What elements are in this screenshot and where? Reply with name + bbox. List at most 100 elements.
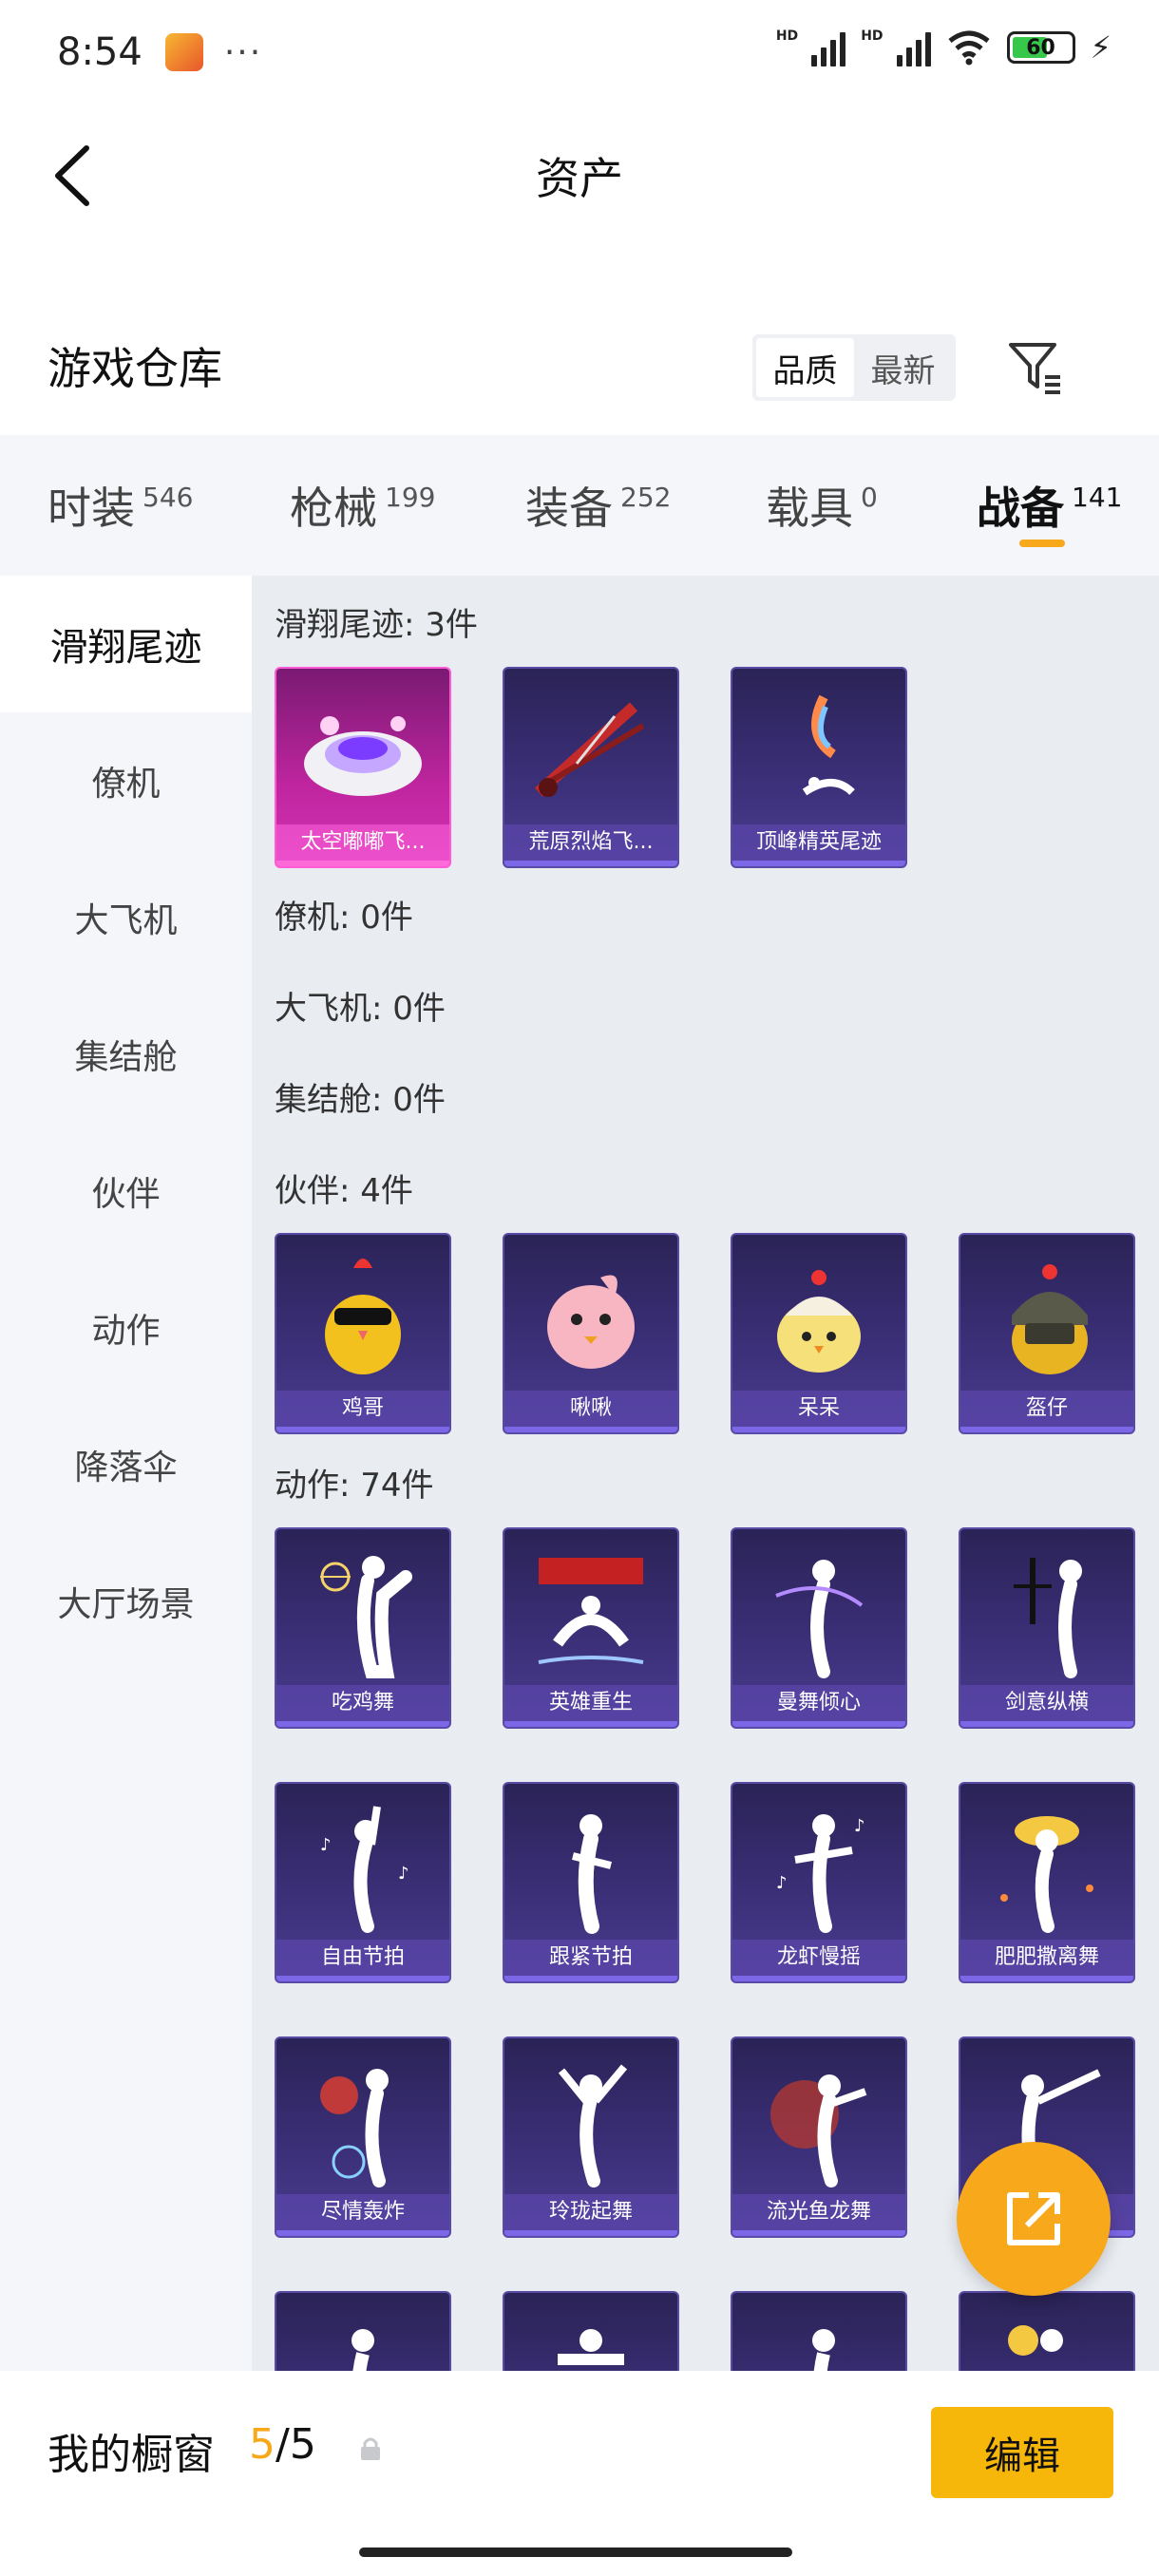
sort-toggle: 品质 最新 [752, 334, 956, 401]
item-card[interactable]: 太空嘟嘟飞... [275, 667, 451, 868]
card-bar [960, 1427, 1133, 1432]
edit-button[interactable]: 编辑 [931, 2407, 1113, 2498]
card-bar [504, 861, 677, 866]
showcase-title: 我的橱窗 [48, 2431, 215, 2479]
card-bar [960, 1976, 1133, 1981]
item-card[interactable] [275, 2291, 451, 2371]
item-image [732, 669, 905, 830]
item-card[interactable]: ♪ ♪ 自由节拍 [275, 1782, 451, 1983]
tab-count: 199 [385, 481, 436, 513]
sidebar-item-glide-trail[interactable]: 滑翔尾迹 [0, 576, 252, 712]
item-card[interactable]: 流光鱼龙舞 [731, 2036, 907, 2238]
item-card[interactable]: 荒原烈焰飞... [503, 667, 679, 868]
share-button[interactable] [957, 2142, 1111, 2296]
card-bar [504, 1721, 677, 1727]
item-card[interactable] [503, 2291, 679, 2371]
item-name: 荒原烈焰飞... [504, 824, 677, 861]
sort-quality-option[interactable]: 品质 [756, 338, 854, 397]
sidebar-item-partner[interactable]: 伙伴 [0, 1123, 252, 1260]
card-bar [960, 1721, 1133, 1727]
item-image [504, 669, 677, 830]
item-name: 肥肥撒离舞 [960, 1940, 1133, 1976]
card-bar [504, 1976, 677, 1981]
item-card[interactable]: 盔仔 [959, 1233, 1135, 1434]
card-bar [732, 1427, 905, 1432]
item-name: 呆呆 [732, 1391, 905, 1427]
item-card[interactable]: 顶峰精英尾迹 [731, 667, 907, 868]
item-card[interactable]: 英雄重生 [503, 1527, 679, 1729]
item-card[interactable]: ♪ ♪ 龙虾慢摇 [731, 1782, 907, 1983]
sidebar-item-parachute[interactable]: 降落伞 [0, 1396, 252, 1533]
item-name: 英雄重生 [504, 1685, 677, 1721]
item-card[interactable] [731, 2291, 907, 2371]
showcase-total: 5 [289, 2420, 316, 2469]
sidebar: 滑翔尾迹 僚机 大飞机 集结舱 伙伴 动作 降落伞 大厅场景 [0, 576, 252, 2371]
item-card[interactable]: 呆呆 [731, 1233, 907, 1434]
item-name: 龙虾慢摇 [732, 1940, 905, 1976]
svg-text:♪: ♪ [398, 1864, 409, 1884]
item-card[interactable]: 鸡哥 [275, 1233, 451, 1434]
card-bar [276, 861, 449, 866]
item-image [276, 2293, 449, 2371]
tab-vehicles[interactable]: 载具 0 [766, 435, 878, 576]
item-image [276, 669, 449, 830]
signal-icon-2 [896, 28, 931, 66]
home-indicator[interactable] [359, 2548, 792, 2557]
category-label-wingman: 僚机: 0件 [275, 899, 413, 937]
back-button[interactable] [38, 142, 104, 209]
item-image [276, 2038, 449, 2200]
page-title: 资产 [536, 153, 623, 204]
tab-label: 枪械 [290, 483, 377, 534]
item-card[interactable]: 跟紧节拍 [503, 1782, 679, 1983]
tab-fashion[interactable]: 时装 546 [48, 435, 193, 576]
chevron-left-icon [55, 145, 89, 206]
active-tab-indicator [1019, 540, 1065, 547]
item-image [276, 1235, 449, 1396]
item-name: 流光鱼龙舞 [732, 2194, 905, 2230]
item-image: ♪ ♪ [732, 1784, 905, 1945]
tab-count: 141 [1072, 481, 1123, 513]
item-card[interactable]: 尽情轰炸 [275, 2036, 451, 2238]
item-card[interactable]: 剑意纵横 [959, 1527, 1135, 1729]
showcase-current: 5 [249, 2420, 276, 2469]
sidebar-item-plane[interactable]: 大飞机 [0, 849, 252, 986]
sidebar-item-emote[interactable]: 动作 [0, 1260, 252, 1396]
tab-equipment[interactable]: 装备 252 [525, 435, 671, 576]
showcase-count: 5/5 [249, 2420, 316, 2469]
item-card[interactable]: 啾啾 [503, 1233, 679, 1434]
item-image [732, 2038, 905, 2200]
sidebar-item-lobby-scene[interactable]: 大厅场景 [0, 1533, 252, 1670]
item-card[interactable]: 曼舞倾心 [731, 1527, 907, 1729]
sidebar-item-pod[interactable]: 集结舱 [0, 986, 252, 1123]
item-image [960, 1529, 1133, 1691]
item-image [504, 1529, 677, 1691]
item-name: 太空嘟嘟飞... [276, 824, 449, 861]
item-name: 剑意纵横 [960, 1685, 1133, 1721]
tab-battle-gear[interactable]: 战备 141 [977, 435, 1122, 576]
item-card[interactable]: 玲珑起舞 [503, 2036, 679, 2238]
filter-button[interactable] [1002, 334, 1069, 401]
tab-weapons[interactable]: 枪械 199 [290, 435, 435, 576]
item-name: 顶峰精英尾迹 [732, 824, 905, 861]
category-tabs: 时装 546 枪械 199 装备 252 载具 0 战备 141 [0, 435, 1159, 576]
card-bar [276, 1721, 449, 1727]
sort-newest-option[interactable]: 最新 [854, 338, 952, 397]
item-image [732, 1235, 905, 1396]
item-card[interactable] [959, 2291, 1135, 2371]
card-bar [732, 1721, 905, 1727]
item-image [732, 1529, 905, 1691]
item-image [504, 2038, 677, 2200]
filter-icon [1009, 343, 1060, 394]
tab-label: 战备 [977, 483, 1064, 534]
item-image [504, 1235, 677, 1396]
item-card[interactable]: 吃鸡舞 [275, 1527, 451, 1729]
sidebar-item-wingman[interactable]: 僚机 [0, 712, 252, 849]
item-name: 跟紧节拍 [504, 1940, 677, 1976]
item-name: 鸡哥 [276, 1391, 449, 1427]
item-name: 盔仔 [960, 1391, 1133, 1427]
hd-label: HD [775, 28, 799, 44]
item-card[interactable]: 肥肥撒离舞 [959, 1782, 1135, 1983]
item-name: 啾啾 [504, 1391, 677, 1427]
item-image [960, 1784, 1133, 1945]
card-bar [276, 1427, 449, 1432]
